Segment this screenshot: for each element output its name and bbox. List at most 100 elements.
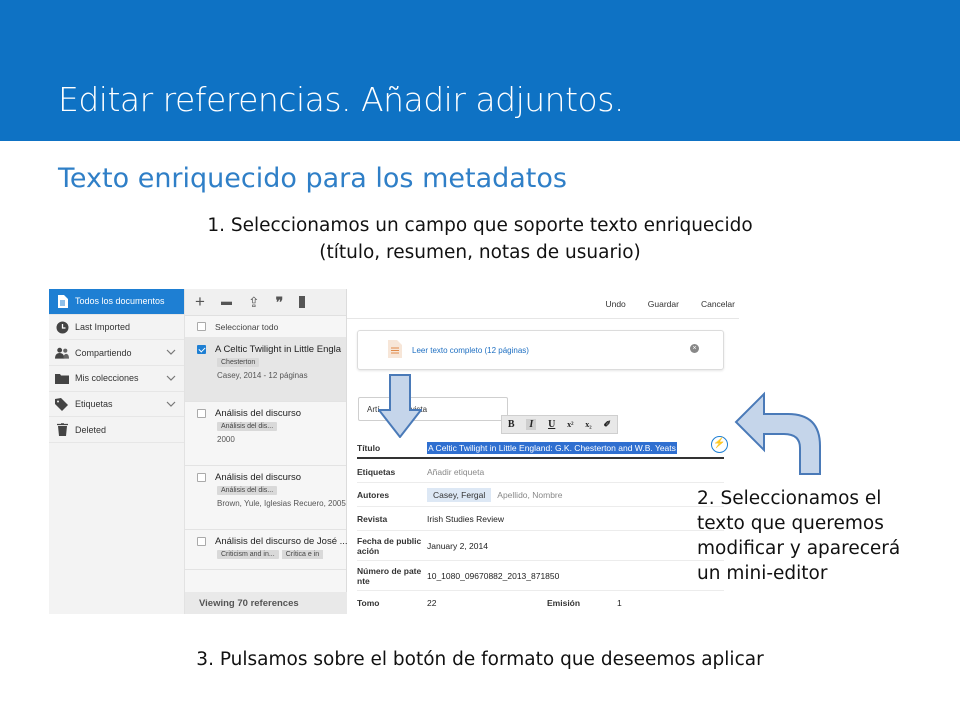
field-volume-label: Tomo [357,598,380,608]
field-date[interactable]: Fecha de public ación January 2, 2014 [357,531,724,561]
sidebar-item-last-imported[interactable]: Last Imported [49,315,184,341]
field-volume-value[interactable]: 22 [427,598,547,608]
item-checkbox[interactable] [197,473,206,482]
item-title: A Celtic Twilight in Little Engla [215,344,342,355]
sidebar-item-tags[interactable]: Etiquetas [49,392,184,418]
sidebar-item-deleted[interactable]: Deleted [49,417,184,444]
sidebar-item-label: Todos los documentos [75,296,165,307]
share-icon[interactable]: ⇪ [248,294,260,311]
superscript-button[interactable]: x² [567,420,573,429]
item-tag[interactable]: Análisis del dis... [217,486,278,495]
sidebar: Todos los documentos Last Imported Compa… [49,289,185,614]
select-all-label: Seleccionar todo [215,321,279,332]
save-button[interactable]: Guardar [648,299,679,309]
step3-caption: 3. Pulsamos sobre el botón de formato qu… [196,649,764,670]
field-patent-value[interactable]: 10_1080_09670882_2013_871850 [427,571,559,581]
field-journal-label: Revista [357,513,388,524]
field-patent-label-line2: nte [357,575,370,586]
list-item[interactable]: Análisis del discurso Análisis del dis..… [185,466,346,530]
underline-button[interactable]: U [548,419,555,430]
field-tags-input[interactable]: Añadir etiqueta [427,467,484,477]
tag-icon [55,397,69,411]
clear-format-button[interactable]: ✐ [604,419,612,430]
item-checkbox[interactable] [197,345,206,354]
item-checkbox[interactable] [197,409,206,418]
item-title: Análisis del discurso [215,408,302,419]
app-screenshot: Todos los documentos Last Imported Compa… [49,289,739,614]
field-issue-value[interactable]: 1 [617,598,622,608]
field-authors-input[interactable]: Apellido, Nombre [497,490,562,500]
field-tags-label: Etiquetas [357,466,396,477]
step1-line1: 1. Seleccionamos un campo que soporte te… [207,215,753,236]
detail-pane: Undo Guardar Cancelar Leer texto complet… [347,289,739,614]
field-date-label-line2: ación [357,545,380,556]
field-title-value[interactable]: A Celtic Twilight in Little England: G.K… [427,442,677,454]
field-patent-label-line1: Número de pate [357,565,422,576]
trash-icon [55,423,69,437]
chevron-down-icon[interactable] [166,399,176,409]
sidebar-item-label: Last Imported [75,322,131,333]
field-volume[interactable]: Tomo 22 Emisión 1 [357,591,724,614]
field-date-label-line1: Fecha de public [357,535,422,546]
item-checkbox[interactable] [197,537,206,546]
list-item[interactable]: Análisis del discurso Análisis del dis..… [185,402,346,466]
document-list: + ▬ ⇪ ❞ Seleccionar todo A Celtic Twilig… [185,289,348,614]
field-tags[interactable]: Etiquetas Añadir etiqueta [357,461,724,483]
step2-caption: 2. Seleccionamos el texto que queremos m… [697,486,957,586]
item-title: Análisis del discurso de José ... [215,536,348,547]
step2-line: 2. Seleccionamos el [697,488,882,509]
sidebar-item-sharing[interactable]: Compartiendo [49,340,184,367]
lightning-icon[interactable]: ⚡ [711,436,728,453]
list-toolbar: + ▬ ⇪ ❞ [185,289,346,316]
sidebar-item-all-documents[interactable]: Todos los documentos [49,289,184,315]
italic-button[interactable]: I [526,419,537,430]
author-chip[interactable]: Casey, Fergal [427,487,492,502]
step1-line2: (título, resumen, notas de usuario) [319,242,641,263]
step2-line: texto que queremos [697,513,884,534]
fulltext-card[interactable]: Leer texto completo (12 páginas) × [357,330,724,370]
field-journal-value[interactable]: Irish Studies Review [427,514,504,524]
sidebar-item-label: Etiquetas [75,399,113,410]
slide-subtitle: Texto enriquecido para los metadatos [58,163,567,194]
folder-icon [55,371,69,385]
item-meta: 2000 [217,435,235,444]
field-date-value[interactable]: January 2, 2014 [427,541,488,551]
add-icon[interactable]: + [195,292,205,312]
bold-button[interactable]: B [508,419,515,430]
step2-line: un mini-editor [697,563,828,584]
item-meta: Casey, 2014 - 12 páginas [217,371,308,380]
header-band [0,0,960,141]
step1-caption: 1. Seleccionamos un campo que soporte te… [100,212,860,266]
close-icon[interactable]: × [690,344,699,353]
sidebar-item-label: Mis colecciones [75,373,139,384]
item-tag[interactable]: Análisis del dis... [217,422,278,431]
field-authors[interactable]: Autores Casey, Fergal Apellido, Nombre [357,483,724,507]
item-tag[interactable]: Crítica e in [281,550,324,559]
field-patent-number[interactable]: Número de pate nte 10_1080_09670882_2013_… [357,561,724,591]
select-all-checkbox[interactable] [197,322,206,331]
item-meta: Brown, Yule, Iglesias Recuero, 2005 [217,499,346,508]
undo-button[interactable]: Undo [605,299,625,309]
field-title-label: Título [357,443,381,453]
detail-action-bar: Undo Guardar Cancelar [347,289,739,319]
chevron-down-icon[interactable] [166,373,176,383]
select-all-row[interactable]: Seleccionar todo [185,316,346,338]
sidebar-item-label: Compartiendo [75,347,132,358]
cancel-button[interactable]: Cancelar [701,299,735,309]
arrow-down-icon [378,374,422,438]
subscript-button[interactable]: x₂ [585,420,591,429]
trash-icon[interactable] [299,296,306,308]
chevron-down-icon[interactable] [166,347,176,357]
item-tag[interactable]: Criticism and in... [217,550,279,559]
fulltext-link[interactable]: Leer texto completo (12 páginas) [412,346,529,355]
list-item[interactable]: A Celtic Twilight in Little Engla Cheste… [185,338,346,402]
list-footer: Viewing 70 references [185,592,347,614]
folder-icon[interactable]: ▬ [221,296,232,308]
field-journal[interactable]: Revista Irish Studies Review [357,507,724,531]
item-tag[interactable]: Chesterton [217,358,260,367]
list-item[interactable]: Análisis del discurso de José ... Critic… [185,530,348,570]
sidebar-item-label: Deleted [75,424,107,435]
field-title[interactable]: Título A Celtic Twilight in Little Engla… [357,436,728,459]
sidebar-item-collections[interactable]: Mis colecciones [49,366,184,392]
quote-icon[interactable]: ❞ [276,294,284,311]
